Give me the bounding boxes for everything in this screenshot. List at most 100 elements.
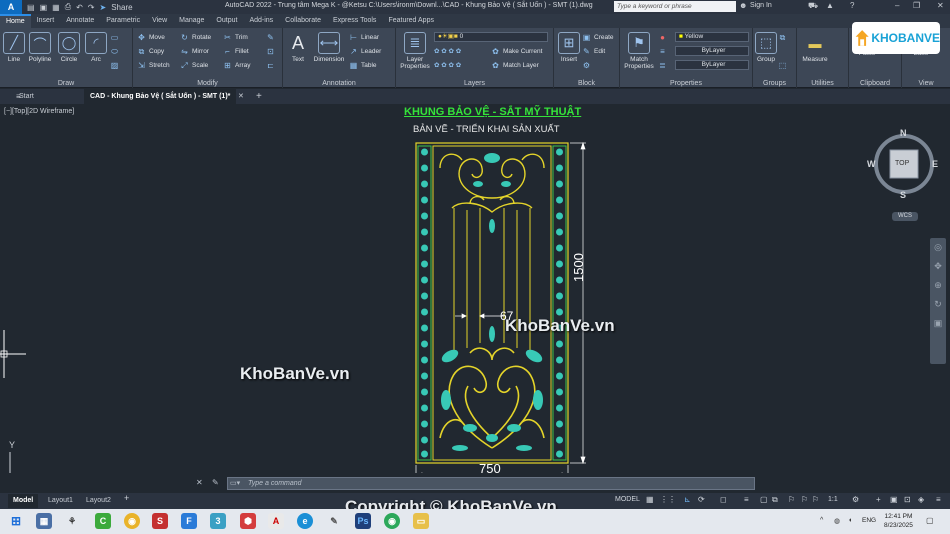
doc-tab-start[interactable]: Start [13, 89, 40, 104]
workspace-gear-icon[interactable]: ⚙ [852, 495, 859, 504]
annotation-scale-icon[interactable]: ⚐ [812, 495, 819, 504]
lineweight-icon[interactable]: ≣ [658, 61, 670, 70]
sign-in-button[interactable]: Sign In [750, 2, 772, 9]
rotate-tool[interactable]: ↻ Rotate [180, 33, 211, 42]
linetype-dropdown[interactable]: ByLayer [675, 46, 749, 56]
color-wheel-icon[interactable]: ● [658, 33, 670, 42]
tab-home[interactable]: Home [0, 14, 31, 28]
annotation-visibility-icon[interactable]: ⚐ [788, 495, 795, 504]
block-attributes-button[interactable]: ⚙ [582, 61, 594, 70]
linear-dim-tool[interactable]: ⊢ Linear [349, 33, 379, 42]
color-dropdown[interactable]: ■ Yellow [675, 32, 749, 42]
rectangle-icon[interactable]: ▭ [110, 33, 122, 42]
zoom-icon[interactable]: ⊕ [930, 280, 946, 291]
share-icon[interactable]: ➤ [100, 3, 107, 12]
properties-panel-title[interactable]: Properties [620, 80, 752, 87]
annotation-scale-dropdown[interactable]: 1:1 [828, 496, 838, 503]
erase-icon[interactable]: ✎ [266, 33, 278, 42]
compass-south[interactable]: S [900, 190, 906, 200]
minimize-icon[interactable]: – [895, 1, 899, 10]
line-tool[interactable]: ╱ Line [3, 32, 25, 63]
view-panel-title[interactable]: View [902, 80, 950, 87]
open-icon[interactable]: ▤ [27, 3, 35, 12]
share-button[interactable]: Share [111, 3, 132, 12]
new-tab-icon[interactable]: + [250, 89, 268, 104]
table-tool[interactable]: ▦ Table [349, 61, 377, 70]
layer-tools-row1[interactable]: ✿ ✿ ✿ ✿ [434, 47, 461, 55]
recent-commands-icon[interactable]: ▭▾ [230, 479, 240, 487]
leader-tool[interactable]: ↗ Leader [349, 47, 381, 56]
annotation-panel-title[interactable]: Annotation [283, 80, 395, 87]
move-tool[interactable]: ✥ Move [137, 33, 165, 42]
clipboard-panel-title[interactable]: Clipboard [849, 80, 901, 87]
insert-tool[interactable]: ⊞ Insert [557, 32, 581, 63]
close-tab-icon[interactable]: ✕ [232, 89, 250, 104]
ellipse-icon[interactable]: ⬭ [110, 47, 122, 56]
edge-icon[interactable]: e [297, 513, 313, 529]
chrome-icon[interactable]: ◉ [124, 513, 140, 529]
lineweight-toggle-icon[interactable]: ≡ [744, 495, 749, 504]
tray-chevron-icon[interactable]: ^ [820, 517, 823, 524]
blue-app-icon[interactable]: F [181, 513, 197, 529]
circle-tool[interactable]: ◯ Circle [57, 32, 81, 63]
model-space-toggle[interactable]: MODEL [615, 496, 640, 503]
tab-featured-apps[interactable]: Featured Apps [382, 14, 440, 28]
language-indicator[interactable]: ENG [862, 517, 876, 524]
search-input[interactable]: Type a keyword or phrase [614, 1, 736, 12]
drawing-viewport[interactable]: [−][Top][2D Wireframe] KHUNG BẢO VỆ - SẮ… [0, 104, 950, 493]
create-block-button[interactable]: ▣ Create [582, 33, 614, 42]
stretch-tool[interactable]: ⇲ Stretch [137, 61, 169, 70]
layer-properties-tool[interactable]: ≣ Layer Properties [398, 32, 432, 70]
tab-output[interactable]: Output [210, 14, 243, 28]
showmotion-icon[interactable]: ▣ [930, 318, 946, 329]
transparency-icon[interactable]: ▢ [760, 495, 768, 504]
folder-icon[interactable]: ▭ [413, 513, 429, 529]
tab-add-ins[interactable]: Add-ins [243, 14, 279, 28]
copy-tool[interactable]: ⧉ Copy [137, 47, 165, 56]
compass-north[interactable]: N [900, 128, 907, 138]
paint-icon[interactable]: ✎ [326, 513, 342, 529]
explode-icon[interactable]: ⊡ [266, 47, 278, 56]
draw-panel-title[interactable]: Draw [0, 80, 132, 87]
layer-dropdown[interactable]: ●☀▣■ 0 [434, 32, 548, 42]
arc-tool[interactable]: ◜ Arc [85, 32, 107, 63]
tab-collaborate[interactable]: Collaborate [279, 14, 327, 28]
tab-annotate[interactable]: Annotate [60, 14, 100, 28]
restore-icon[interactable]: ❐ [913, 1, 920, 10]
annotation-autoscale-icon[interactable]: ⚐ [801, 495, 808, 504]
match-properties-tool[interactable]: ⚑ Match Properties [623, 32, 655, 70]
layers-panel-title[interactable]: Layers [396, 80, 553, 87]
task-view-icon[interactable]: ⚘ [64, 513, 80, 529]
edit-block-button[interactable]: ✎ Edit [582, 47, 605, 56]
orbit-icon[interactable]: ↻ [930, 299, 946, 310]
measure-tool[interactable]: ▬ Measure [800, 32, 830, 64]
save-as-icon[interactable]: ▦ [52, 3, 60, 12]
array-tool[interactable]: ⊞ Array [223, 61, 250, 70]
tab-express-tools[interactable]: Express Tools [327, 14, 382, 28]
layout-tab-layout1[interactable]: Layout1 [43, 494, 78, 508]
pan-icon[interactable]: ✥ [930, 261, 946, 272]
windows-start-icon[interactable]: ⊞ [8, 513, 24, 529]
ortho-icon[interactable]: ⊾ [684, 495, 691, 504]
wcs-menu[interactable]: WCS [892, 212, 918, 221]
groups-panel-title[interactable]: Groups [753, 80, 796, 87]
mirror-tool[interactable]: ⇋ Mirror [180, 47, 209, 56]
dimension-tool[interactable]: ⟷ Dimension [311, 32, 347, 63]
polar-icon[interactable]: ⟳ [698, 495, 705, 504]
tab-manage[interactable]: Manage [173, 14, 210, 28]
volume-icon[interactable]: ◖ [848, 517, 852, 524]
tab-insert[interactable]: Insert [31, 14, 61, 28]
undo-icon[interactable]: ↶ [76, 3, 83, 12]
doc-tab-drawing[interactable]: CAD - Khung Bảo Vệ ( Sắt Uốn ) - SMT (1)… [84, 89, 237, 104]
customize-cmd-icon[interactable]: ✎ [212, 478, 219, 487]
compass-west[interactable]: W [867, 159, 876, 169]
match-layer-button[interactable]: ✿ Match Layer [491, 61, 539, 70]
redo-icon[interactable]: ↷ [88, 3, 95, 12]
quick-properties-icon[interactable]: ⊡ [904, 495, 911, 504]
fillet-tool[interactable]: ⌐ Fillet [223, 47, 249, 56]
autodesk-a360-icon[interactable]: ▲ [826, 1, 834, 10]
tab-parametric[interactable]: Parametric [100, 14, 146, 28]
block-panel-title[interactable]: Block [554, 80, 619, 87]
steering-wheel-icon[interactable]: ◎ [930, 242, 946, 253]
system-clock[interactable]: 12:41 PM 8/23/2025 [884, 512, 913, 530]
